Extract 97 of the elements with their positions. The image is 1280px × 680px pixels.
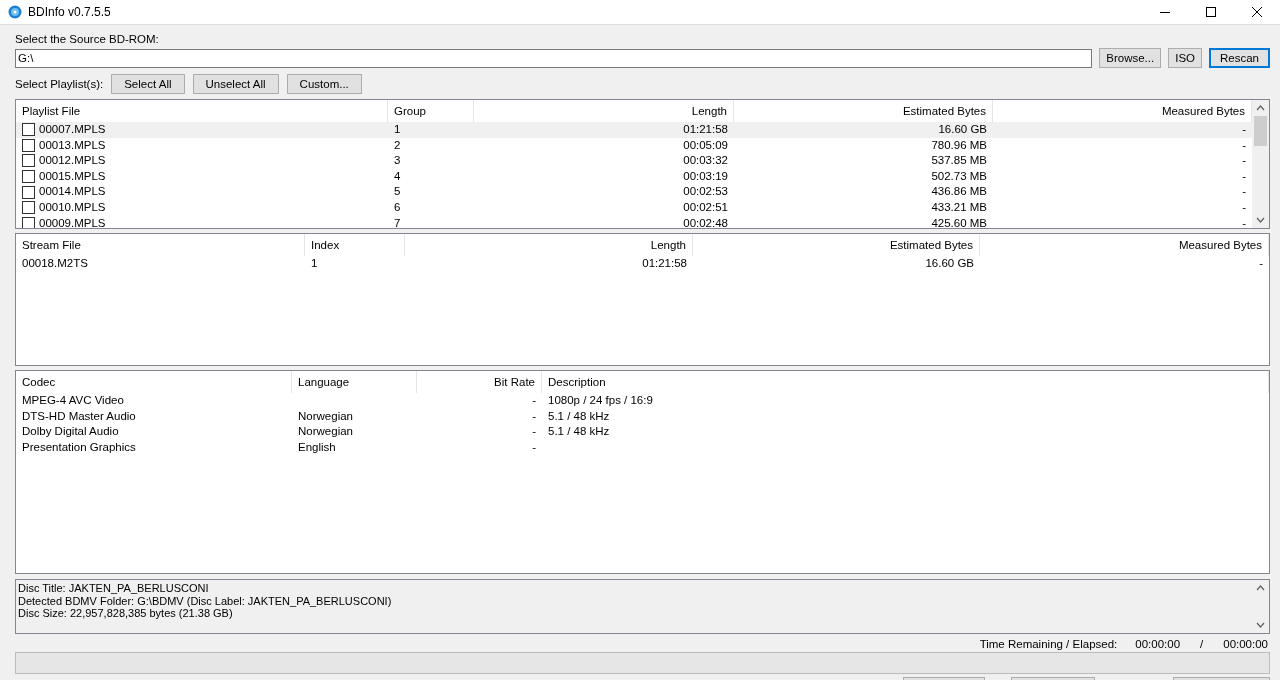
column-header[interactable]: Measured Bytes (980, 234, 1269, 256)
table-cell-text: 1 (394, 122, 401, 137)
source-button[interactable]: Browse... (1099, 48, 1162, 68)
table-cell-text: MPEG-4 AVC Video (22, 393, 124, 408)
time-separator: / (1200, 638, 1204, 650)
table-cell-text: - (1259, 256, 1263, 271)
scroll-down-icon[interactable] (1256, 217, 1265, 223)
checkbox[interactable] (22, 201, 35, 215)
table-cell: 00:03:32 (683, 153, 728, 169)
table-cell-text: - (1242, 122, 1246, 137)
window-title: BDInfo v0.7.5.5 (28, 5, 112, 19)
playlist-label: Select Playlist(s): (15, 77, 104, 91)
time-remaining: 00:00:00 (1135, 638, 1181, 650)
table-cell-text: 1080p / 24 fps / 16:9 (548, 393, 653, 408)
scroll-up-icon[interactable] (1256, 105, 1265, 111)
checkbox[interactable] (22, 138, 35, 152)
table-cell: - (1242, 215, 1246, 228)
table-cell-text: - (1242, 137, 1246, 153)
table-cell: 00014.MPLS (39, 184, 106, 200)
table-cell-text: 1 (311, 256, 318, 271)
highlighted-row[interactable]: 00007.MPLS 1 01:21:58 16.60 GB - (16, 122, 1252, 138)
table-cell-text: 502.73 MB (931, 168, 987, 184)
source-label: Select the Source BD-ROM: (15, 32, 160, 46)
table-cell: - (532, 424, 536, 440)
disc-info-line: Disc Size: 22,957,828,385 bytes (21.38 GB) (18, 607, 234, 620)
table-cell: - (1242, 184, 1246, 200)
column-header[interactable]: Stream File (16, 234, 305, 256)
table-cell: Norwegian (298, 424, 353, 440)
table-cell: Dolby Digital Audio (22, 424, 119, 440)
column-header[interactable]: Codec (16, 371, 292, 393)
table-cell-text: 780.96 MB (931, 137, 987, 153)
source-button[interactable]: Rescan (1209, 48, 1270, 68)
table-cell-text: DTS-HD Master Audio (22, 408, 136, 424)
table-cell: 5.1 / 48 kHz (548, 424, 610, 440)
table-cell-text: - (532, 393, 536, 408)
scroll-down-icon[interactable] (1256, 622, 1265, 628)
table-cell-text: Presentation Graphics (22, 439, 136, 455)
table-cell: 425.60 MB (931, 215, 987, 228)
table-cell: 3 (394, 153, 401, 169)
column-header[interactable]: Length (405, 234, 693, 256)
disc-icon (8, 5, 22, 19)
table-cell-text: 00007.MPLS (39, 122, 106, 137)
table-cell-text: 5.1 / 48 kHz (548, 408, 610, 424)
table-cell: 00:02:53 (683, 184, 728, 200)
table-cell-text: - (532, 408, 536, 424)
table-cell-text: 00018.M2TS (22, 256, 88, 271)
table-cell-text: 01:21:58 (683, 122, 728, 137)
table-cell-text: 00013.MPLS (39, 137, 106, 153)
table-cell-text: 16.60 GB (925, 256, 974, 271)
table-cell-text: 01:21:58 (642, 256, 687, 271)
table-cell: 7 (394, 215, 401, 228)
playlist-button[interactable]: Select All (111, 74, 185, 94)
table-cell: 00009.MPLS (39, 215, 106, 228)
checkbox[interactable] (22, 170, 35, 184)
table-cell: 436.86 MB (931, 184, 987, 200)
table-cell-text: English (298, 439, 336, 455)
source-button[interactable]: ISO (1168, 48, 1202, 68)
checkbox[interactable] (22, 216, 35, 228)
checkbox[interactable] (22, 154, 35, 168)
column-header[interactable]: Language (292, 371, 417, 393)
scroll-thumb[interactable] (1254, 116, 1267, 146)
table-cell-text: 4 (394, 168, 401, 184)
table-cell-text: - (1242, 168, 1246, 184)
table-cell: 5 (394, 184, 401, 200)
checkbox[interactable] (22, 185, 35, 199)
table-cell-text: Norwegian (298, 408, 353, 424)
maximize-icon[interactable] (1206, 7, 1216, 17)
table-cell: 00:02:48 (683, 215, 728, 228)
table-cell-text: 00:02:51 (683, 199, 728, 215)
scrollbar[interactable] (1252, 100, 1269, 228)
table-cell-text: - (532, 439, 536, 455)
disc-info-line: Detected BDMV Folder: G:\BDMV (Disc Label: JAKTEN_PA_BERLUSCONI) (18, 594, 393, 607)
checkbox[interactable] (22, 123, 35, 137)
scroll-up-icon[interactable] (1256, 585, 1265, 591)
column-header[interactable]: Bit Rate (417, 371, 542, 393)
column-header[interactable]: Estimated Bytes (693, 234, 980, 256)
column-header[interactable]: Index (305, 234, 405, 256)
table-cell-text: 16.60 GB (938, 122, 987, 137)
table-cell: 00012.MPLS (39, 153, 106, 169)
table-cell-text: 00:05:09 (683, 137, 728, 153)
table-cell-text: 2 (394, 137, 401, 153)
table-cell-text: 00010.MPLS (39, 199, 106, 215)
disc-info-line: Disc Title: JAKTEN_PA_BERLUSCONI (18, 582, 210, 595)
table-cell: - (1242, 153, 1246, 169)
playlist-button[interactable]: Custom... (286, 74, 362, 94)
table-cell-text: 00015.MPLS (39, 168, 106, 184)
time-elapsed: 00:00:00 (1223, 638, 1268, 650)
source-path-field[interactable]: G:\ (15, 48, 1093, 68)
table-cell-text: 00:03:19 (683, 168, 728, 184)
table-cell-text: 433.21 MB (931, 199, 987, 215)
column-header[interactable]: Description (542, 371, 1269, 393)
table-cell-text: 6 (394, 199, 401, 215)
close-icon[interactable] (1252, 7, 1262, 17)
table-cell-text: - (1242, 199, 1246, 215)
table-cell: 537.85 MB (931, 153, 987, 169)
playlist-button[interactable]: Unselect All (192, 74, 279, 94)
time-label: Time Remaining / Elapsed: (979, 638, 1118, 650)
